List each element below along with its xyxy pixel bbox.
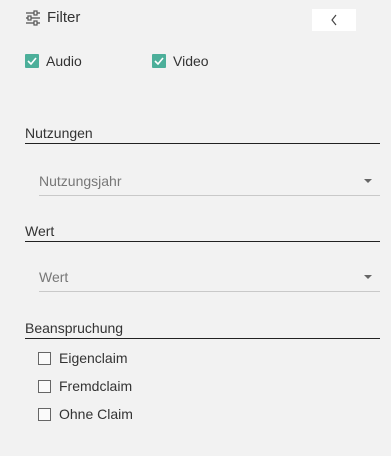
third-party-claim-label: Fremdclaim bbox=[59, 378, 133, 394]
filter-panel: Filter Audio Video Nutzungen Nutzungsjah… bbox=[0, 0, 391, 456]
own-claim-label: Eigenclaim bbox=[59, 350, 128, 366]
claim-options: Eigenclaim Fremdclaim Ohne Claim bbox=[38, 349, 338, 433]
checkbox-checked-icon bbox=[25, 54, 39, 68]
no-claim-checkbox[interactable]: Ohne Claim bbox=[38, 405, 338, 423]
sliders-icon bbox=[25, 10, 41, 26]
value-select-value: Wert bbox=[39, 269, 69, 285]
collapse-button[interactable] bbox=[312, 9, 356, 31]
section-title-claim: Beanspruchung bbox=[25, 320, 380, 339]
filter-title: Filter bbox=[47, 9, 81, 26]
section-title-value: Wert bbox=[25, 223, 380, 242]
usage-year-select-value: Nutzungsjahr bbox=[39, 173, 122, 189]
checkbox-empty-icon bbox=[38, 379, 51, 393]
checkbox-checked-icon bbox=[152, 54, 166, 68]
checkbox-empty-icon bbox=[38, 351, 51, 365]
own-claim-checkbox[interactable]: Eigenclaim bbox=[38, 349, 338, 367]
caret-down-icon bbox=[364, 179, 372, 183]
video-label: Video bbox=[173, 53, 209, 69]
filter-header: Filter bbox=[0, 0, 391, 40]
audio-label: Audio bbox=[46, 53, 82, 69]
media-type-options: Audio Video bbox=[0, 53, 391, 71]
third-party-claim-checkbox[interactable]: Fremdclaim bbox=[38, 377, 338, 395]
caret-down-icon bbox=[364, 275, 372, 279]
chevron-left-icon bbox=[330, 14, 338, 26]
video-checkbox[interactable]: Video bbox=[152, 53, 209, 69]
audio-checkbox[interactable]: Audio bbox=[25, 53, 82, 69]
checkbox-empty-icon bbox=[38, 407, 51, 421]
no-claim-label: Ohne Claim bbox=[59, 406, 133, 422]
value-select[interactable]: Wert bbox=[39, 267, 380, 292]
section-title-usage: Nutzungen bbox=[25, 125, 380, 144]
usage-year-select[interactable]: Nutzungsjahr bbox=[39, 171, 380, 196]
